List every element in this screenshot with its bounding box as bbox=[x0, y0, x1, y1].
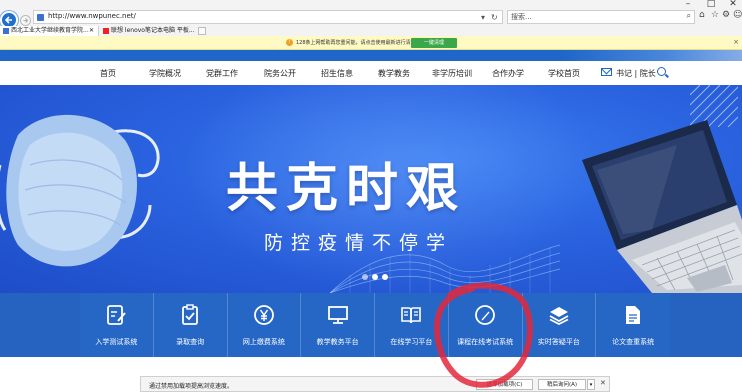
service-label: 录取查询 bbox=[176, 338, 205, 346]
home-icon[interactable]: ⌂ bbox=[699, 10, 705, 20]
pencil-circle-icon bbox=[475, 305, 496, 325]
open-book-icon bbox=[401, 307, 422, 324]
document-icon bbox=[626, 306, 641, 324]
addon-notification-bar: 通过禁用加载项提高浏览速度。 选择加载项(C) 稍后询问(A) ▾ ✕ bbox=[140, 376, 610, 392]
service-label: 教学教务平台 bbox=[316, 338, 359, 346]
service-label: 在线学习平台 bbox=[390, 338, 433, 346]
monitor-icon bbox=[327, 306, 348, 324]
close-popup-icon[interactable]: ✕ bbox=[600, 379, 606, 387]
tab-strip: 西北工业大学继续教育学院... ✕ 联想 lenovo笔记本电脑 平板... bbox=[0, 26, 742, 36]
face-mask-illustration bbox=[0, 114, 160, 267]
service-online-payment[interactable]: 网上缴费系统 bbox=[228, 293, 302, 357]
clean-button[interactable]: 一键清理 bbox=[411, 38, 457, 48]
nav-affairs-public[interactable]: 院务公开 bbox=[264, 68, 296, 79]
top-band-decoration bbox=[562, 50, 742, 61]
service-shortcuts: 入学测试系统 录取查询 网上缴费系统 教学教务平台 在线学习平台 课程在线考试系… bbox=[80, 293, 670, 357]
laptop-illustration bbox=[582, 120, 742, 293]
yen-coin-icon bbox=[253, 305, 274, 325]
nav-college-overview[interactable]: 学院概况 bbox=[149, 68, 181, 79]
service-teaching-platform[interactable]: 教学教务平台 bbox=[301, 293, 375, 357]
ask-later-button[interactable]: 稍后询问(A) bbox=[538, 379, 586, 390]
browser-window: – □ ✕ http://www.nwpunec.net/ ▾ ↻ 搜索... … bbox=[0, 0, 742, 392]
tab-lenovo[interactable]: 联想 lenovo笔记本电脑 平板... bbox=[100, 26, 197, 36]
tab-label: 西北工业大学继续教育学院... bbox=[11, 27, 89, 34]
clipboard-check-icon bbox=[182, 304, 199, 325]
site-top-band bbox=[0, 50, 742, 61]
service-label: 网上缴费系统 bbox=[242, 338, 285, 346]
forward-arrow-icon bbox=[23, 18, 29, 23]
new-tab-button[interactable] bbox=[198, 27, 206, 35]
forward-button[interactable] bbox=[20, 15, 31, 26]
search-input[interactable]: 搜索... ⌕ bbox=[507, 10, 695, 24]
star-icon[interactable]: ☆ bbox=[711, 10, 719, 20]
nwpu-favicon-icon bbox=[3, 27, 9, 34]
ask-later-dropdown[interactable]: ▾ bbox=[587, 379, 595, 390]
tab-close-icon[interactable]: ✕ bbox=[89, 26, 97, 36]
service-label: 论文查重系统 bbox=[612, 338, 655, 346]
nav-home[interactable]: 首页 bbox=[100, 68, 116, 79]
carousel-dot-3[interactable] bbox=[382, 274, 388, 280]
banner-title: 共克时艰 bbox=[226, 159, 467, 219]
nav-secretary-dean[interactable]: 书记 | 院长 bbox=[616, 68, 656, 79]
url-text: http://www.nwpunec.net/ bbox=[48, 12, 136, 20]
addon-notification-text: 通过禁用加载项提高浏览速度。 bbox=[149, 383, 234, 390]
address-row: http://www.nwpunec.net/ ▾ ↻ 搜索... ⌕ bbox=[0, 8, 742, 29]
service-label: 课程在线考试系统 bbox=[457, 338, 514, 346]
site-favicon-icon bbox=[37, 14, 44, 21]
hero-banner[interactable]: 共克时艰 防控疫情不停学 bbox=[0, 85, 742, 293]
layers-icon bbox=[549, 307, 569, 326]
service-bar-right-margin bbox=[670, 293, 742, 357]
smiley-icon[interactable]: ☺ bbox=[733, 10, 742, 20]
notification-bar: ! 128条上网帮助再您重间能，请点击使用最新进行清理 一键清理 × bbox=[0, 36, 742, 50]
service-label: 实时答疑平台 bbox=[537, 338, 580, 346]
nav-university-home[interactable]: 学校首页 bbox=[548, 68, 580, 79]
service-online-exam[interactable]: 课程在线考试系统 bbox=[449, 293, 523, 357]
service-admission-query[interactable]: 录取查询 bbox=[154, 293, 228, 357]
carousel-dot-2[interactable] bbox=[372, 274, 378, 280]
service-live-qa[interactable]: 实时答疑平台 bbox=[523, 293, 597, 357]
tab-label: 联想 lenovo笔记本电脑 平板... bbox=[111, 27, 195, 34]
search-icon[interactable]: ⌕ bbox=[687, 11, 691, 21]
service-entrance-test[interactable]: 入学测试系统 bbox=[80, 293, 154, 357]
nav-teaching-affairs[interactable]: 教学教务 bbox=[378, 68, 410, 79]
banner-subtitle: 防控疫情不停学 bbox=[264, 232, 454, 254]
service-label: 入学测试系统 bbox=[95, 338, 138, 346]
title-bar: – □ ✕ bbox=[0, 0, 742, 9]
lenovo-favicon-icon bbox=[103, 27, 109, 34]
edit-note-icon bbox=[107, 305, 127, 325]
tab-nwpu[interactable]: 西北工业大学继续教育学院... bbox=[0, 26, 99, 36]
dropdown-icon[interactable]: ▾ bbox=[481, 13, 485, 22]
nav-party-work[interactable]: 党群工作 bbox=[206, 68, 238, 79]
service-online-learning[interactable]: 在线学习平台 bbox=[375, 293, 449, 357]
carousel-dot-1[interactable] bbox=[362, 274, 368, 280]
warning-icon: ! bbox=[286, 39, 293, 46]
notification-text: 128条上网帮助再您重间能，请点击使用最新进行清理 bbox=[296, 40, 416, 46]
back-arrow-icon bbox=[4, 16, 12, 24]
service-bar-left-margin bbox=[0, 293, 80, 357]
nav-admission-info[interactable]: 招生信息 bbox=[321, 68, 353, 79]
choose-addons-button[interactable]: 选择加载项(C) bbox=[476, 379, 533, 390]
carousel-dots bbox=[362, 274, 392, 282]
gear-icon[interactable]: ⚙ bbox=[722, 10, 730, 20]
nav-non-degree-training[interactable]: 非学历培训 bbox=[432, 68, 472, 79]
address-bar[interactable]: http://www.nwpunec.net/ ▾ ↻ bbox=[33, 10, 503, 24]
refresh-icon[interactable]: ↻ bbox=[491, 13, 498, 22]
mail-icon[interactable] bbox=[601, 68, 612, 76]
search-placeholder: 搜索... bbox=[511, 13, 532, 21]
site-navigation: 首页 学院概况 党群工作 院务公开 招生信息 教学教务 非学历培训 合作办学 学… bbox=[0, 61, 742, 85]
close-notification-icon[interactable]: × bbox=[733, 38, 739, 46]
site-search-icon[interactable] bbox=[657, 67, 666, 76]
service-thesis-check[interactable]: 论文查重系统 bbox=[596, 293, 670, 357]
nav-joint-programs[interactable]: 合作办学 bbox=[492, 68, 524, 79]
